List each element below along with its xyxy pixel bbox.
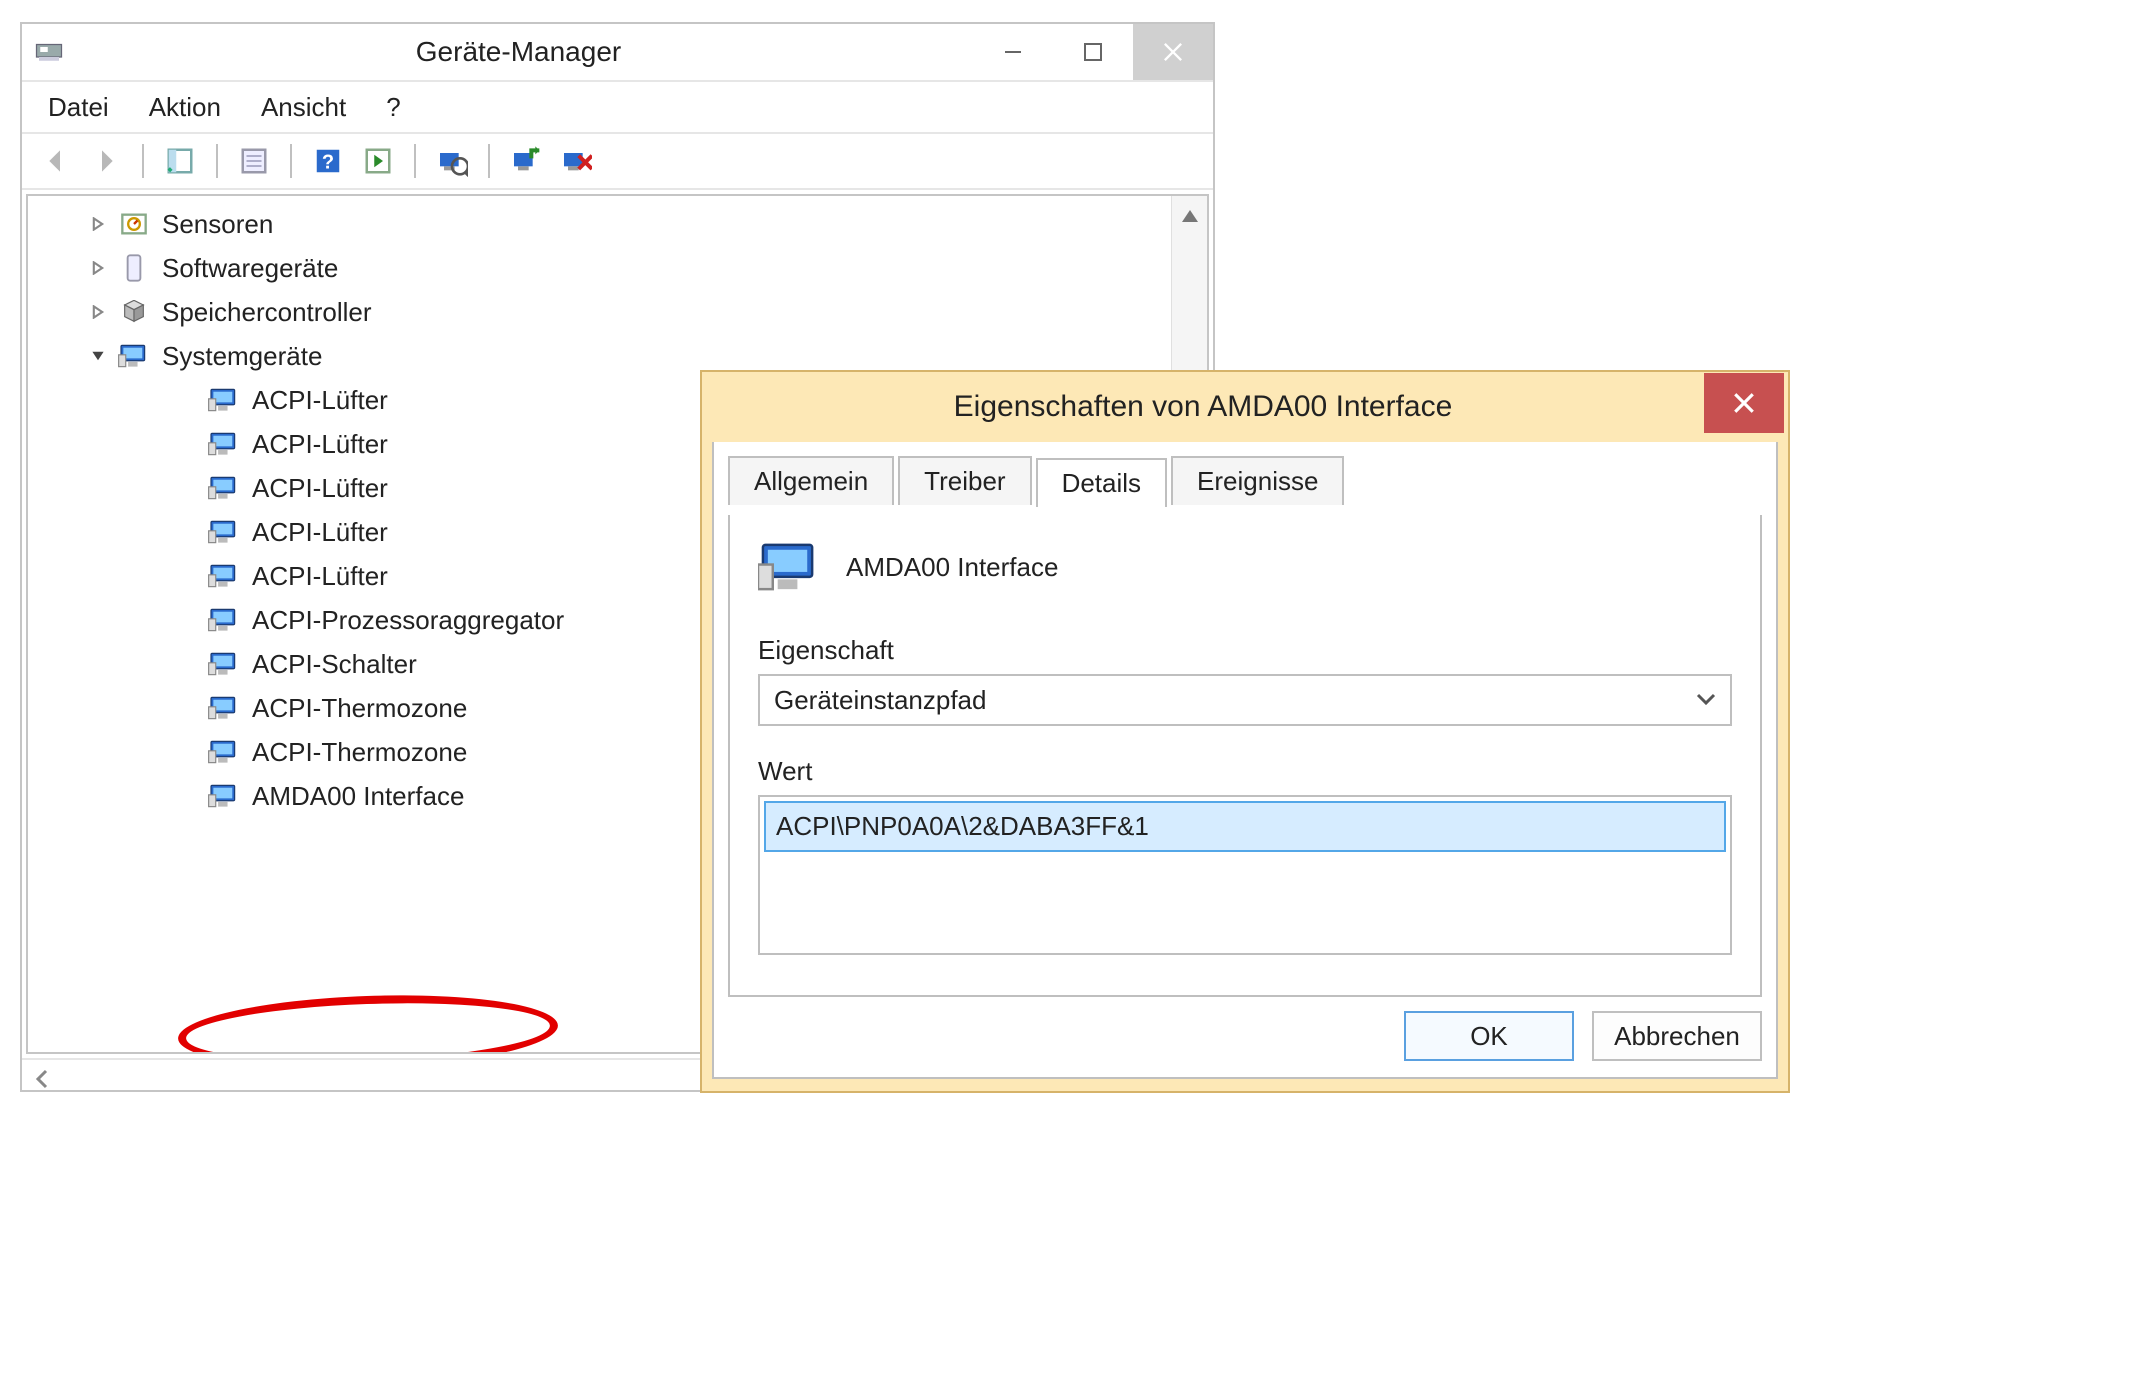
disable-device-button[interactable] [556, 141, 596, 181]
tree-label: ACPI-Lüfter [252, 561, 388, 592]
maximize-button[interactable] [1053, 24, 1133, 80]
tree-label: ACPI-Lüfter [252, 473, 388, 504]
tab-driver[interactable]: Treiber [898, 456, 1031, 505]
software-icon [118, 254, 150, 282]
help-button[interactable]: ? [308, 141, 348, 181]
expand-icon[interactable] [88, 302, 108, 322]
computer-icon [118, 342, 150, 370]
computer-icon [208, 430, 240, 458]
tree-label: ACPI-Prozessoraggregator [252, 605, 564, 636]
action-button[interactable] [358, 141, 398, 181]
tab-details[interactable]: Details [1036, 458, 1167, 507]
toolbar-separator [142, 144, 144, 178]
dialog-buttons: OK Abbrechen [714, 1011, 1776, 1077]
tab-general[interactable]: Allgemein [728, 456, 894, 505]
device-header: AMDA00 Interface [758, 539, 1732, 595]
tree-label: ACPI-Schalter [252, 649, 417, 680]
tree-label: Systemgeräte [162, 341, 322, 372]
toolbar: ? [22, 134, 1213, 190]
menu-action[interactable]: Aktion [149, 92, 221, 123]
expand-icon[interactable] [88, 214, 108, 234]
tree-label: Speichercontroller [162, 297, 372, 328]
minimize-button[interactable] [973, 24, 1053, 80]
toolbar-separator [216, 144, 218, 178]
computer-icon [208, 386, 240, 414]
tree-label: Softwaregeräte [162, 253, 338, 284]
tab-strip: Allgemein Treiber Details Ereignisse [714, 442, 1776, 505]
computer-icon [208, 474, 240, 502]
value-label: Wert [758, 756, 1732, 787]
menubar: Datei Aktion Ansicht ? [22, 82, 1213, 134]
close-button[interactable] [1133, 24, 1213, 80]
highlight-circle [177, 989, 559, 1054]
chevron-down-icon [1696, 685, 1716, 716]
menu-help[interactable]: ? [386, 92, 400, 123]
computer-icon [208, 738, 240, 766]
computer-icon [208, 782, 240, 810]
ok-button[interactable]: OK [1404, 1011, 1574, 1061]
tree-label: ACPI-Lüfter [252, 385, 388, 416]
dialog-titlebar[interactable]: Eigenschaften von AMDA00 Interface [702, 372, 1788, 442]
property-dropdown[interactable]: Geräteinstanzpfad [758, 674, 1732, 726]
back-button[interactable] [36, 141, 76, 181]
value-listbox[interactable]: ACPI\PNP0A0A\2&DABA3FF&1 [758, 795, 1732, 955]
computer-icon [208, 694, 240, 722]
dropdown-value: Geräteinstanzpfad [774, 685, 986, 716]
dialog-title: Eigenschaften von AMDA00 Interface [702, 390, 1704, 424]
computer-icon [208, 650, 240, 678]
tree-node-software[interactable]: Softwaregeräte [28, 246, 1207, 290]
forward-button[interactable] [86, 141, 126, 181]
computer-icon [758, 539, 822, 595]
svg-text:?: ? [322, 152, 334, 174]
window-title: Geräte-Manager [64, 36, 973, 68]
tree-label: Sensoren [162, 209, 273, 240]
storage-icon [118, 298, 150, 326]
collapse-icon[interactable] [88, 346, 108, 366]
computer-icon [208, 518, 240, 546]
titlebar[interactable]: Geräte-Manager [22, 24, 1213, 82]
toolbar-separator [414, 144, 416, 178]
toolbar-separator [290, 144, 292, 178]
show-hide-tree-button[interactable] [160, 141, 200, 181]
cancel-button[interactable]: Abbrechen [1592, 1011, 1762, 1061]
tree-node-storage[interactable]: Speichercontroller [28, 290, 1207, 334]
tree-label: ACPI-Lüfter [252, 429, 388, 460]
toolbar-separator [488, 144, 490, 178]
computer-icon [208, 606, 240, 634]
chevron-left-icon [32, 1069, 52, 1089]
properties-dialog: Eigenschaften von AMDA00 Interface Allge… [700, 370, 1790, 1093]
computer-icon [208, 562, 240, 590]
expand-icon[interactable] [88, 258, 108, 278]
close-button[interactable] [1704, 373, 1784, 433]
tree-label: ACPI-Lüfter [252, 517, 388, 548]
menu-file[interactable]: Datei [48, 92, 109, 123]
properties-button[interactable] [234, 141, 274, 181]
scan-hardware-button[interactable] [432, 141, 472, 181]
property-label: Eigenschaft [758, 635, 1732, 666]
sensor-icon [118, 210, 150, 238]
tab-events[interactable]: Ereignisse [1171, 456, 1344, 505]
tree-label: ACPI-Thermozone [252, 737, 467, 768]
device-name: AMDA00 Interface [846, 552, 1058, 583]
tab-panel-details: AMDA00 Interface Eigenschaft Geräteinsta… [728, 515, 1762, 997]
tree-label: ACPI-Thermozone [252, 693, 467, 724]
app-icon [34, 37, 64, 67]
enable-device-button[interactable] [506, 141, 546, 181]
caption-buttons [973, 24, 1213, 80]
tree-node-sensors[interactable]: Sensoren [28, 202, 1207, 246]
value-item[interactable]: ACPI\PNP0A0A\2&DABA3FF&1 [764, 801, 1726, 852]
tree-label: AMDA00 Interface [252, 781, 464, 812]
menu-view[interactable]: Ansicht [261, 92, 346, 123]
